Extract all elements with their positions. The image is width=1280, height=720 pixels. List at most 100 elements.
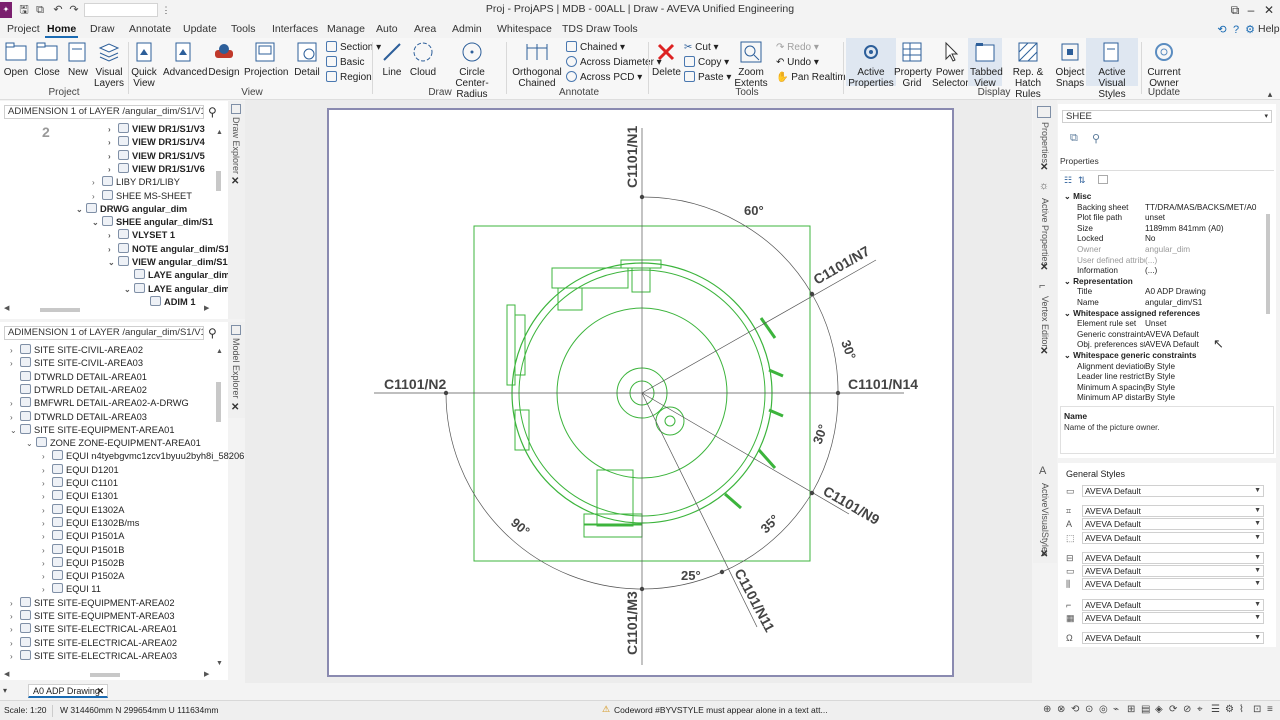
tab-tools[interactable]: Tools [229,22,258,38]
tab-annotate[interactable]: Annotate [127,22,173,38]
property-row[interactable]: Generic constraints AVEVA Default [1077,330,1265,341]
style-select[interactable]: AVEVA Default ▼ [1082,612,1264,624]
track-icon[interactable]: ⌁ [1113,704,1119,715]
chained-button[interactable]: Chained ▾ [566,41,625,55]
tab-project[interactable]: Project [5,22,42,38]
across-pcd-button[interactable]: Across PCD ▾ [566,71,642,85]
collapse-icon[interactable]: ⌄ [1064,309,1073,318]
tabbed-view-button[interactable]: Tabbed View [970,40,1003,89]
close-draw-explorer-icon[interactable]: ✕ [231,176,239,187]
tree-row[interactable]: › VIEW DR1/S1/V6 [108,162,205,176]
expand-toggle-icon[interactable]: › [42,583,52,596]
model-explorer-tab-icon[interactable] [231,325,241,335]
current-owner-button[interactable]: Current Owner [1144,40,1184,89]
tab-manage[interactable]: Manage [325,22,367,38]
dropdown-arrow-icon[interactable]: ▼ [1254,633,1261,643]
target-icon[interactable]: ⊙ [1085,704,1093,715]
tree-row[interactable]: › VLYSET 1 [108,229,175,242]
style-select[interactable]: AVEVA Default ▼ [1082,565,1264,577]
expand-toggle-icon[interactable]: › [10,610,20,623]
vertical-scrollbar[interactable] [216,382,221,422]
expand-toggle-icon[interactable]: › [42,504,52,517]
tree-row[interactable]: ADIM 1 [140,295,196,309]
help-menu[interactable]: Help [1256,22,1280,38]
close-vertex-editor-icon[interactable]: ✕ [1040,346,1048,357]
expand-toggle-icon[interactable]: ⌄ [76,203,86,216]
tree-row[interactable]: › EQUI C1101 [42,477,118,490]
property-row[interactable]: Plot file path unset [1077,213,1265,224]
style-select[interactable]: AVEVA Default ▼ [1082,518,1264,530]
new-button[interactable]: New [64,40,92,78]
collapse-icon[interactable]: ⌄ [1064,277,1073,286]
tree-row[interactable]: › VIEW DR1/S1/V5 [108,149,205,163]
vertical-scrollbar[interactable] [216,171,221,191]
expand-toggle-icon[interactable]: › [42,544,52,557]
tree-row[interactable]: › SITE SITE-EQUIPMENT-AREA03 [10,610,175,623]
dropdown-arrow-icon[interactable]: ▼ [1254,553,1261,563]
grid-icon[interactable]: ⊞ [1127,704,1135,715]
menu-icon[interactable]: ≡ [1267,704,1273,715]
scroll-right-icon[interactable]: ▶ [204,304,209,312]
property-value[interactable]: By Style [1145,383,1265,394]
expand-toggle-icon[interactable]: › [42,490,52,503]
rotate-icon[interactable]: ⟲ [1071,704,1079,715]
scroll-up-icon[interactable]: ▲ [216,129,223,136]
search-icon[interactable]: ⚲ [208,326,217,340]
property-value[interactable]: AVEVA Default [1145,330,1265,341]
style-select[interactable]: AVEVA Default ▼ [1082,632,1264,644]
tree-row[interactable]: › EQUI E1302B/ms [42,516,139,530]
scroll-left-icon[interactable]: ◀ [4,304,9,312]
advanced-button[interactable]: Advanced [163,40,207,78]
vertex-editor-tab[interactable]: Vertex Editor [1040,296,1050,348]
style-select[interactable]: AVEVA Default ▼ [1082,505,1264,517]
scroll-left-icon[interactable]: ◀ [4,670,9,678]
property-value[interactable]: AVEVA Default [1145,340,1265,351]
snap-icon[interactable]: ⊕ [1043,704,1051,715]
property-row[interactable]: Backing sheet TT/DRA/MAS/BACKS/MET/A0 [1077,203,1265,214]
projection-button[interactable]: Projection [244,40,288,78]
visual-layers-button[interactable]: Visual Layers [94,40,124,89]
property-row[interactable]: User defined attribu (...) [1077,256,1265,267]
property-value[interactable]: By Style [1145,362,1265,373]
property-row[interactable]: Minimum AP distan By Style [1077,393,1265,404]
property-pages-icon[interactable] [1098,175,1108,184]
close-visual-styles-icon[interactable]: ✕ [1040,549,1048,560]
draw-explorer-combo[interactable]: ADIMENSION 1 of LAYER /angular_dim/S1/V1… [4,105,204,119]
properties-toolbar-icon[interactable]: ⧉ [1070,132,1078,145]
tree-row[interactable]: ⌄ SHEE angular_dim/S1 [92,216,213,229]
scroll-right-icon[interactable]: ▶ [204,670,209,678]
horizontal-scrollbar[interactable] [40,308,80,312]
layers-status-icon[interactable]: ▤ [1141,704,1150,715]
crosshair-icon[interactable]: ⌖ [1197,704,1203,715]
region-button[interactable]: Region [326,71,372,85]
expand-toggle-icon[interactable]: › [108,243,118,256]
tree-row[interactable]: › SITE SITE-EQUIPMENT-AREA02 [10,596,175,610]
close-tab-icon[interactable]: ✕ [96,685,104,697]
property-grid-button[interactable]: Property Grid [894,40,932,89]
dropdown-arrow-icon[interactable]: ▼ [1254,566,1261,576]
property-scrollbar[interactable] [1266,214,1270,314]
tree-row[interactable]: › EQUI P1501A [42,530,124,543]
tree-row[interactable]: › BMFWRL DETAIL-AREA02-A-DRWG [10,397,189,410]
visual-styles-tab-icon[interactable]: A [1039,465,1046,477]
tree-row[interactable]: › SITE SITE-ELECTRICAL-AREA03 [10,649,177,663]
close-model-explorer-icon[interactable]: ✕ [231,402,239,413]
properties-tab-icon[interactable] [1037,106,1051,118]
property-row[interactable]: Information (...) [1077,266,1265,277]
active-properties-tab[interactable]: Active Properties [1040,198,1050,266]
expand-toggle-icon[interactable]: › [10,344,20,357]
expand-toggle-icon[interactable]: › [10,397,20,410]
property-value[interactable]: By Style [1145,393,1265,404]
expand-toggle-icon[interactable]: › [10,637,20,650]
dropdown-arrow-icon[interactable]: ▼ [1254,600,1261,610]
expand-toggle-icon[interactable]: › [92,190,102,203]
tree-row[interactable]: › EQUI n4tyebgvmc1zcv1byuu2byh8i_58206 [42,450,244,463]
expand-toggle-icon[interactable]: › [10,623,20,636]
copy-button[interactable]: Copy ▾ [684,56,729,70]
tab-update[interactable]: Update [181,22,219,38]
visual-styles-tab[interactable]: ActiveVisualStyles [1040,483,1050,556]
tree-row[interactable]: ⌄ VIEW angular_dim/S1/V2 [108,256,242,269]
property-value[interactable]: (...) [1145,266,1265,277]
collapse-icon[interactable]: ⌄ [1064,351,1073,360]
pin-icon[interactable]: ⚲ [1092,132,1100,145]
